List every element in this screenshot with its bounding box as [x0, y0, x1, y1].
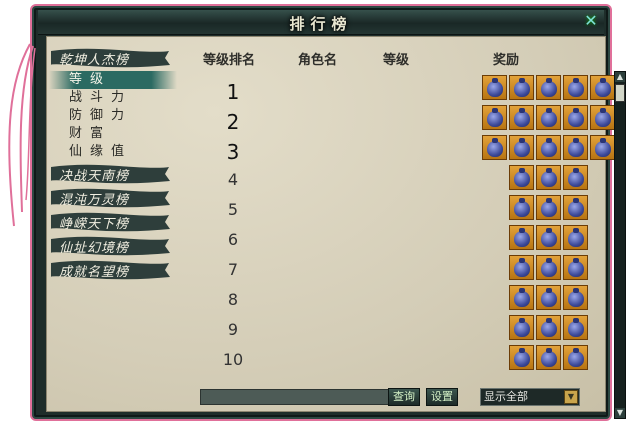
- subcategory-item[interactable]: 防御力: [49, 107, 177, 125]
- table-row[interactable]: 5: [203, 195, 588, 225]
- subcategory-item[interactable]: 等级: [49, 71, 177, 89]
- category-4[interactable]: 仙址幻境榜: [49, 235, 171, 257]
- category-label: 决战天南榜: [59, 169, 130, 184]
- reward-bag-icon[interactable]: [509, 165, 534, 190]
- chevron-down-icon[interactable]: ▼: [564, 390, 578, 404]
- reward-bag-icon[interactable]: [509, 345, 534, 370]
- category-label: 混沌万灵榜: [59, 193, 130, 208]
- header-name: 角色名: [298, 53, 338, 68]
- title-bar[interactable]: 排行榜 ✕: [38, 10, 604, 35]
- table-row[interactable]: 2: [203, 105, 615, 135]
- parchment-panel: 乾坤人杰榜 等级 战斗力 防御力 财富 仙缘值 决战天南榜 混沌万灵榜 峥嵘天下榜 仙址幻境榜 成就…: [46, 36, 626, 419]
- table-row[interactable]: 3: [203, 135, 615, 165]
- reward-bag-icon[interactable]: [563, 195, 588, 220]
- close-icon: ✕: [584, 11, 598, 30]
- rank-number: 5: [227, 200, 239, 219]
- reward-bag-icon[interactable]: [482, 75, 507, 100]
- decorative-ribbons: [8, 43, 36, 227]
- reward-bag-icon[interactable]: [536, 255, 561, 280]
- table-row[interactable]: 4: [203, 165, 588, 195]
- ranking-table: 1 2 3 4 5 6 7 8 9 10: [203, 75, 615, 375]
- reward-bag-icon[interactable]: [509, 285, 534, 310]
- settings-button[interactable]: 设置: [426, 388, 458, 406]
- reward-bag-icon[interactable]: [536, 315, 561, 340]
- reward-bag-icon[interactable]: [563, 225, 588, 250]
- reward-bag-icon[interactable]: [536, 225, 561, 250]
- reward-bag-icon[interactable]: [536, 165, 561, 190]
- reward-bag-icon[interactable]: [590, 135, 615, 160]
- table-header: 等级排名 角色名 等级 奖励: [203, 49, 573, 69]
- reward-bag-icon[interactable]: [536, 285, 561, 310]
- reward-bag-icon[interactable]: [509, 105, 534, 130]
- reward-bag-icon[interactable]: [563, 345, 588, 370]
- category-0[interactable]: 乾坤人杰榜: [49, 47, 171, 69]
- reward-bag-icon[interactable]: [536, 105, 561, 130]
- category-3[interactable]: 峥嵘天下榜: [49, 211, 171, 233]
- subcategory-item[interactable]: 财富: [49, 125, 177, 143]
- category-label: 峥嵘天下榜: [59, 217, 130, 232]
- reward-bag-icon[interactable]: [509, 75, 534, 100]
- scroll-up-icon[interactable]: ▲: [615, 72, 625, 82]
- reward-bag-icon[interactable]: [509, 315, 534, 340]
- category-sidebar: 乾坤人杰榜等级 战斗力 防御力 财富 仙缘值决战天南榜混沌万灵榜峥嵘天下榜仙址幻境榜成就…: [49, 47, 189, 283]
- reward-bag-icon[interactable]: [482, 135, 507, 160]
- reward-bag-icon[interactable]: [482, 105, 507, 130]
- reward-bag-icon[interactable]: [536, 195, 561, 220]
- ranking-window: 排行榜 ✕ 乾坤人杰榜 等级 战斗力 防御力 财富 仙缘值 决战天南榜 混沌万灵榜 峥嵘天下榜仙…: [30, 4, 626, 421]
- category-label: 仙址幻境榜: [59, 241, 130, 256]
- reward-bag-icon[interactable]: [563, 285, 588, 310]
- header-rank: 等级排名: [203, 53, 256, 68]
- subcategory-item[interactable]: 战斗力: [49, 89, 177, 107]
- reward-bag-icon[interactable]: [563, 75, 588, 100]
- reward-bag-icon[interactable]: [563, 255, 588, 280]
- rank-number: 2: [226, 110, 240, 134]
- filter-value: 显示全部: [484, 390, 528, 403]
- table-row[interactable]: 10: [203, 345, 588, 375]
- rank-number: 3: [226, 140, 240, 164]
- subcategory-list: 等级 战斗力 防御力 财富 仙缘值: [49, 71, 189, 161]
- table-row[interactable]: 1: [203, 75, 615, 105]
- reward-bag-icon[interactable]: [509, 225, 534, 250]
- header-reward: 奖励: [493, 53, 520, 68]
- rank-number: 6: [227, 230, 239, 249]
- reward-bag-icon[interactable]: [590, 75, 615, 100]
- subcategory-item[interactable]: 仙缘值: [49, 143, 177, 161]
- rank-number: 1: [226, 80, 240, 104]
- rank-number: 7: [227, 260, 239, 279]
- table-row[interactable]: 7: [203, 255, 588, 285]
- query-button[interactable]: 查询: [388, 388, 420, 406]
- reward-bag-icon[interactable]: [536, 345, 561, 370]
- reward-bag-icon[interactable]: [536, 135, 561, 160]
- reward-bag-icon[interactable]: [563, 105, 588, 130]
- reward-bag-icon[interactable]: [563, 315, 588, 340]
- window-title: 排行榜: [289, 15, 353, 33]
- scroll-down-icon[interactable]: ▼: [615, 408, 625, 418]
- category-label: 乾坤人杰榜: [59, 53, 130, 68]
- reward-bag-icon[interactable]: [590, 105, 615, 130]
- table-row[interactable]: 6: [203, 225, 588, 255]
- table-row[interactable]: 9: [203, 315, 588, 345]
- reward-bag-icon[interactable]: [563, 165, 588, 190]
- reward-bag-icon[interactable]: [509, 195, 534, 220]
- reward-bag-icon[interactable]: [563, 135, 588, 160]
- reward-bag-icon[interactable]: [509, 255, 534, 280]
- reward-bag-icon[interactable]: [536, 75, 561, 100]
- category-label: 成就名望榜: [59, 265, 130, 280]
- search-input[interactable]: [200, 389, 390, 405]
- category-5[interactable]: 成就名望榜: [49, 259, 171, 281]
- rank-number: 9: [227, 320, 239, 339]
- rank-number: 10: [222, 350, 244, 369]
- rank-number: 4: [227, 170, 239, 189]
- filter-select[interactable]: 显示全部 ▼: [480, 388, 580, 406]
- header-level: 等级: [383, 53, 410, 68]
- scroll-thumb[interactable]: [615, 84, 625, 102]
- category-2[interactable]: 混沌万灵榜: [49, 187, 171, 209]
- close-button[interactable]: ✕: [582, 12, 600, 30]
- table-row[interactable]: 8: [203, 285, 588, 315]
- rank-number: 8: [227, 290, 239, 309]
- reward-bag-icon[interactable]: [509, 135, 534, 160]
- category-1[interactable]: 决战天南榜: [49, 163, 171, 185]
- scrollbar[interactable]: ▲ ▼: [614, 71, 626, 419]
